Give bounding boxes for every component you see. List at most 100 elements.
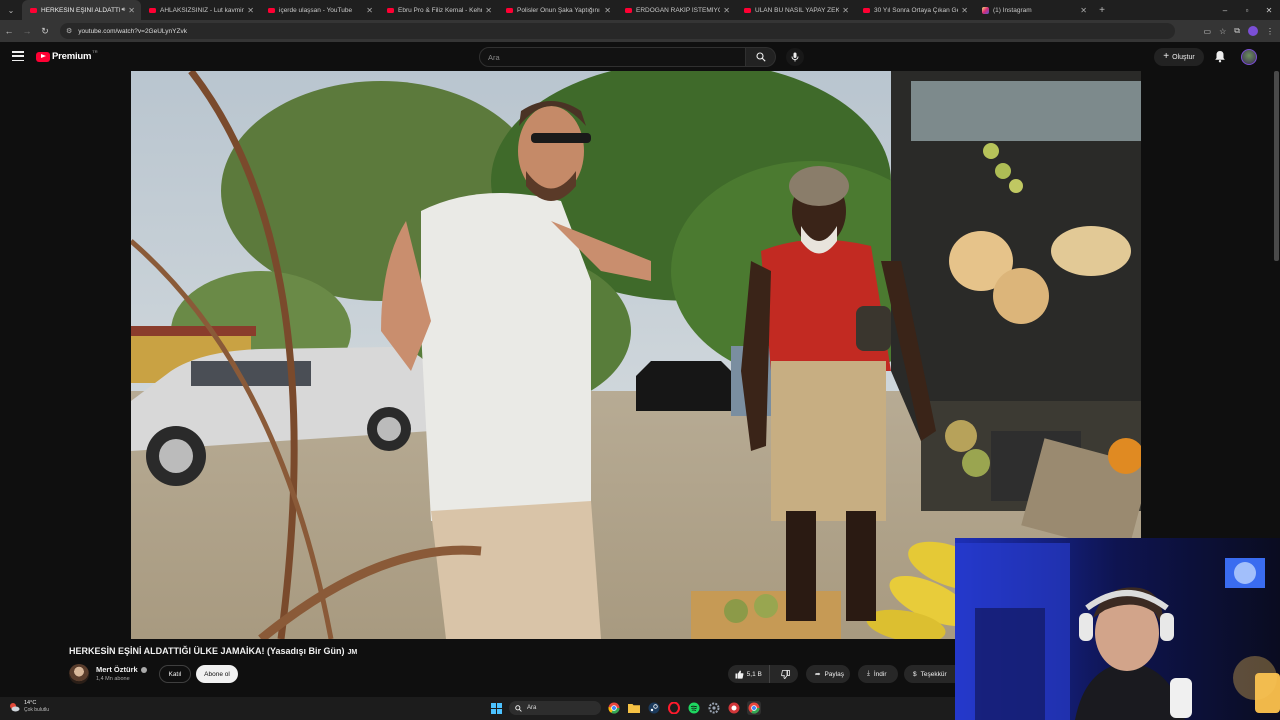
minimize-icon[interactable]: – xyxy=(1214,0,1236,20)
spotify-icon[interactable] xyxy=(687,701,701,715)
tab-title: (1) Instagram xyxy=(993,6,1032,14)
share-button[interactable]: ➦ Paylaş xyxy=(806,665,850,683)
like-button[interactable]: 5,1 B xyxy=(728,665,770,683)
taskbar-search-label: Ara xyxy=(527,705,537,711)
like-dislike-group: 5,1 B xyxy=(728,665,798,683)
browser-menu-icon[interactable]: ⋮ xyxy=(1266,27,1274,36)
page-scrollbar[interactable] xyxy=(1274,71,1279,261)
dislike-button[interactable] xyxy=(774,665,799,683)
webcam-feed xyxy=(955,538,1280,720)
share-icon: ➦ xyxy=(815,671,821,678)
account-avatar[interactable] xyxy=(1241,49,1257,65)
cast-icon[interactable]: ▭ xyxy=(1204,27,1212,36)
bookmark-star-icon[interactable]: ☆ xyxy=(1219,27,1226,36)
search-button[interactable] xyxy=(746,47,776,67)
site-info-icon[interactable]: ⚙︎ xyxy=(66,27,72,35)
youtube-icon xyxy=(149,7,156,13)
channel-avatar[interactable] xyxy=(69,664,89,684)
instagram-icon xyxy=(982,6,989,14)
browser-tab-7[interactable]: 30 Yıl Sonra Ortaya Çıkan Gerçe ✕ xyxy=(855,0,974,20)
browser-toolbar: ← → ↻ ⚙︎ youtube.com/watch?v=2GeULynYZvk… xyxy=(0,20,1280,42)
browser-tab-8[interactable]: (1) Instagram ✕ xyxy=(974,0,1093,20)
share-label: Paylaş xyxy=(824,670,844,678)
menu-icon[interactable] xyxy=(12,51,24,61)
address-bar[interactable]: ⚙︎ youtube.com/watch?v=2GeULynYZvk xyxy=(60,23,1175,39)
video-title: HERKESİN EŞİNİ ALDATTIĞI ÜLKE JAMAİKA! (… xyxy=(69,646,357,656)
close-tab-icon[interactable]: ✕ xyxy=(842,6,849,15)
tab-title: AHLAKSIZSINIZ - Lut kavminden xyxy=(160,6,245,14)
settings-gear-icon[interactable] xyxy=(707,701,721,715)
taskbar-search[interactable]: Ara xyxy=(509,701,601,715)
tab-search-icon[interactable]: ⌄ xyxy=(0,0,22,20)
microphone-icon xyxy=(791,52,799,62)
steam-icon[interactable] xyxy=(647,701,661,715)
thanks-button[interactable]: $ Teşekkür xyxy=(904,665,956,683)
download-icon: ⤓ xyxy=(867,670,870,677)
close-tab-icon[interactable]: ✕ xyxy=(366,6,373,15)
search-icon xyxy=(755,52,766,62)
channel-name[interactable]: Mert Öztürk xyxy=(96,665,147,674)
reload-icon[interactable]: ↻ xyxy=(36,20,54,42)
verified-icon xyxy=(140,667,147,674)
browser-tab-0[interactable]: HERKESİN EŞİNİ ALDATTIĞI 🔊︎ ✕ xyxy=(22,0,141,20)
temperature: 14°C xyxy=(24,700,37,706)
close-tab-icon[interactable]: ✕ xyxy=(723,6,730,15)
maximize-icon[interactable]: ▫ xyxy=(1236,0,1258,20)
youtube-icon xyxy=(506,7,513,13)
youtube-icon xyxy=(30,7,37,13)
close-tab-icon[interactable]: ✕ xyxy=(247,6,254,15)
window-controls: – ▫ ✕ xyxy=(1214,0,1280,20)
like-count: 5,1 B xyxy=(746,670,762,678)
search-input[interactable]: Ara xyxy=(479,47,746,67)
windows-start-icon[interactable] xyxy=(489,701,503,715)
close-tab-icon[interactable]: ✕ xyxy=(128,6,135,15)
country-code: TR xyxy=(92,49,98,54)
browser-tab-1[interactable]: AHLAKSIZSINIZ - Lut kavminden ✕ xyxy=(141,0,260,20)
youtube-logo[interactable]: Premium TR xyxy=(36,49,98,62)
tab-title: Polisler Onun Şaka Yaptığını Sa xyxy=(517,6,602,14)
create-button[interactable]: + Oluştur xyxy=(1154,48,1204,66)
chrome-icon[interactable] xyxy=(607,701,621,715)
file-explorer-icon[interactable] xyxy=(627,701,641,715)
speaker-icon[interactable]: 🔊︎ xyxy=(122,7,126,14)
thanks-label: Teşekkür xyxy=(920,670,947,678)
close-tab-icon[interactable]: ✕ xyxy=(961,6,968,15)
browser-tab-2[interactable]: içerde ulaşsan - YouTube ✕ xyxy=(260,0,379,20)
download-label: İndir xyxy=(873,670,887,678)
close-tab-icon[interactable]: ✕ xyxy=(604,6,611,15)
weather-cloud-icon xyxy=(10,702,20,711)
toolbar-actions: ▭ ☆ ⧉ ⋮ xyxy=(1204,23,1274,39)
browser-tab-5[interactable]: ERDOĞAN RAKİP İSTEMİYOR! | ✕ xyxy=(617,0,736,20)
logo-text: Premium xyxy=(52,51,92,62)
tab-title: ERDOĞAN RAKİP İSTEMİYOR! | xyxy=(636,6,720,14)
notifications-bell-icon[interactable] xyxy=(1214,50,1226,63)
join-button[interactable]: Katıl xyxy=(159,665,191,683)
extensions-icon[interactable]: ⧉ xyxy=(1234,26,1240,36)
search-placeholder: Ara xyxy=(488,52,500,62)
opera-icon[interactable] xyxy=(667,701,681,715)
thumbs-up-icon xyxy=(735,670,744,679)
chrome-active-icon[interactable] xyxy=(747,701,761,715)
weather-widget[interactable]: 14°C Çok bulutlu xyxy=(8,700,49,713)
close-window-icon[interactable]: ✕ xyxy=(1258,0,1280,20)
game-launcher-icon[interactable] xyxy=(727,701,741,715)
thumbs-down-icon xyxy=(781,669,791,679)
voice-search-button[interactable] xyxy=(786,48,804,66)
tab-title: ULAN BU NASIL YAPAY ZEKA - xyxy=(755,6,840,14)
video-title-text: HERKESİN EŞİNİ ALDATTIĞI ÜLKE JAMAİKA! (… xyxy=(69,646,345,656)
profile-avatar[interactable] xyxy=(1248,26,1258,36)
download-button[interactable]: ⤓ İndir xyxy=(858,665,898,683)
tab-title: içerde ulaşsan - YouTube xyxy=(279,6,353,14)
close-tab-icon[interactable]: ✕ xyxy=(1080,6,1087,15)
browser-tab-3[interactable]: Ebru Pro & Filiz Kemal - Kehrib ✕ xyxy=(379,0,498,20)
new-tab-button[interactable]: + xyxy=(1093,5,1111,16)
subscribe-button[interactable]: Abone ol xyxy=(196,665,238,683)
plus-icon: + xyxy=(1163,51,1170,62)
screen: ⌄ HERKESİN EŞİNİ ALDATTIĞI 🔊︎ ✕ AHLAKSIZ… xyxy=(0,0,1280,720)
browser-tab-4[interactable]: Polisler Onun Şaka Yaptığını Sa ✕ xyxy=(498,0,617,20)
close-tab-icon[interactable]: ✕ xyxy=(485,6,492,15)
back-arrow-icon[interactable]: ← xyxy=(0,20,18,42)
browser-tab-6[interactable]: ULAN BU NASIL YAPAY ZEKA - ✕ xyxy=(736,0,855,20)
tab-title: 30 Yıl Sonra Ortaya Çıkan Gerçe xyxy=(874,6,958,14)
forward-arrow-icon[interactable]: → xyxy=(18,20,36,42)
